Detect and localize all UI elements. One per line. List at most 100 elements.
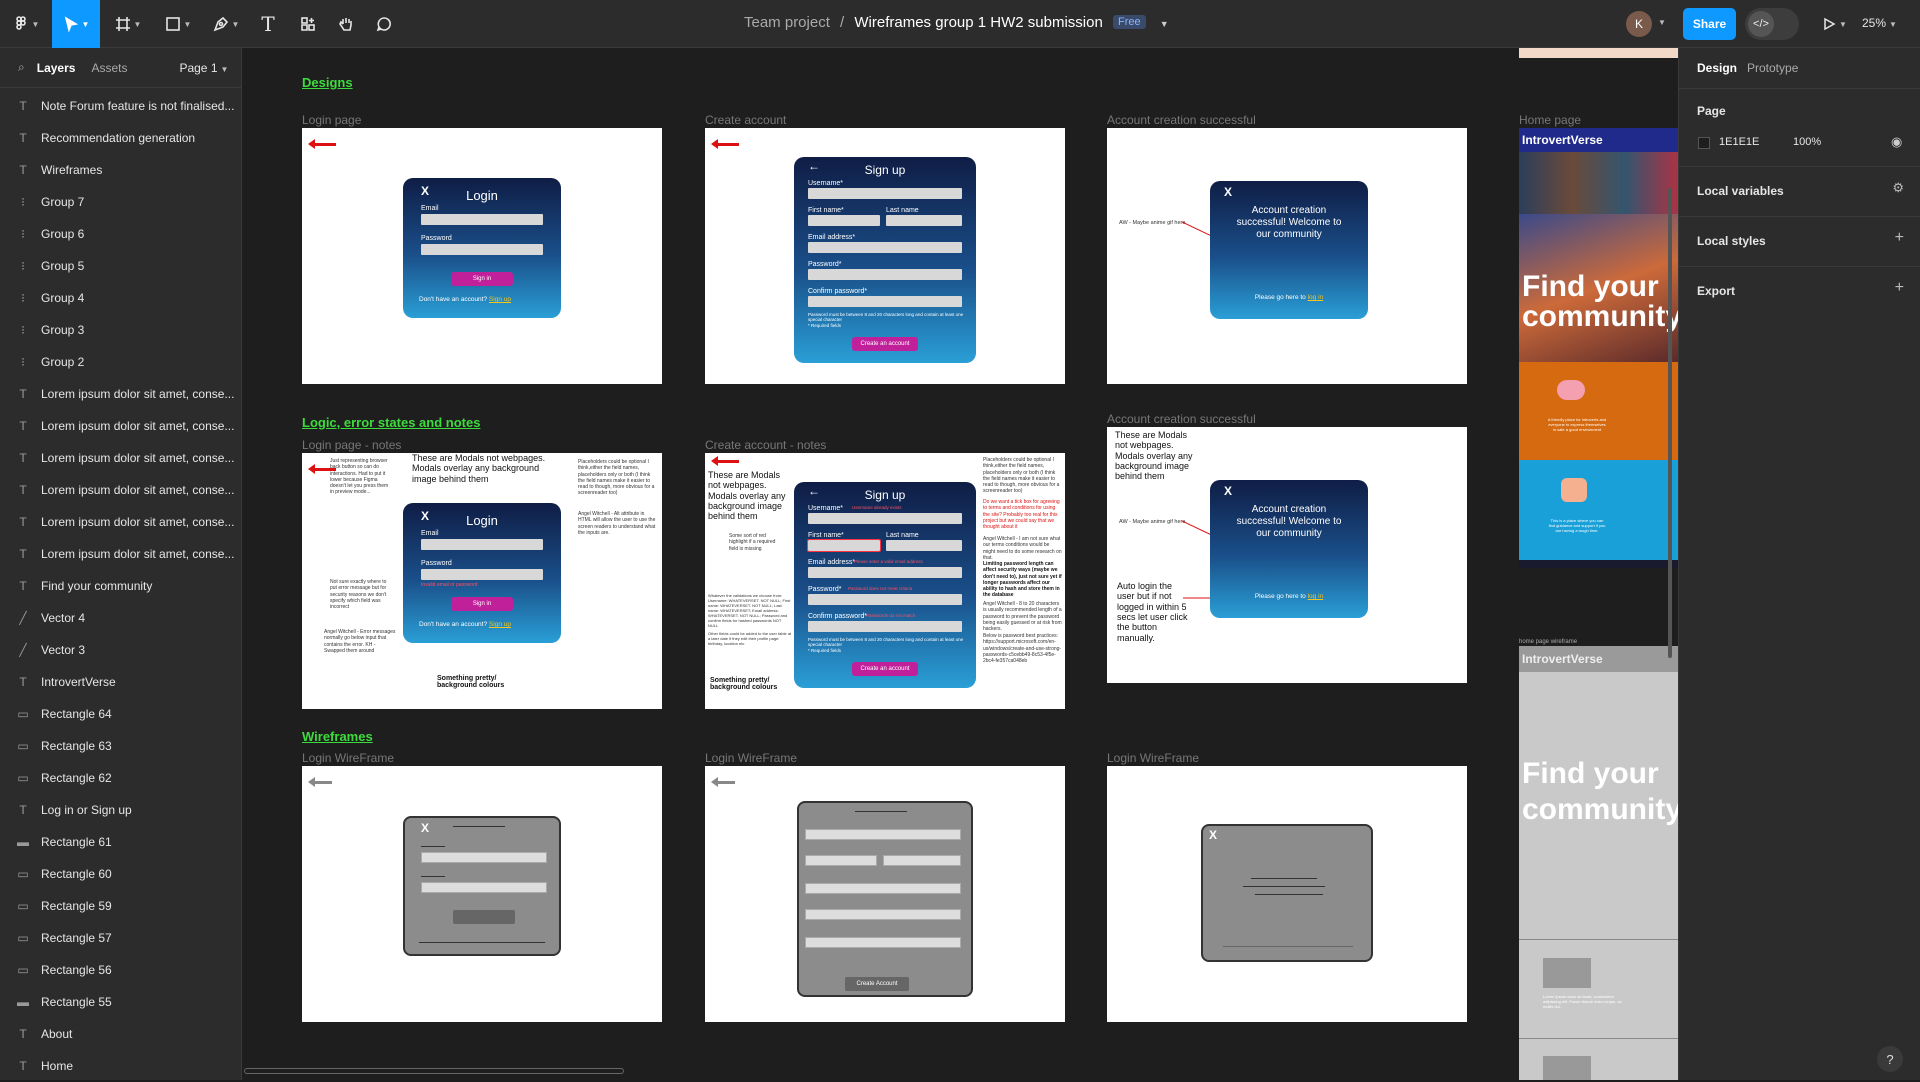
back-arrow-icon[interactable]	[711, 777, 735, 787]
frame-label-home[interactable]: Home page	[1519, 113, 1581, 127]
sign-in-button[interactable]: Sign in	[451, 272, 513, 286]
layer-item[interactable]: T Wireframes	[0, 154, 241, 186]
layer-item[interactable]: ▭ Rectangle 62	[0, 762, 241, 794]
close-icon[interactable]: X	[1224, 484, 1232, 498]
frame-login-notes[interactable]: Just representing browser back button so…	[302, 453, 662, 709]
password-field[interactable]	[808, 269, 962, 280]
layer-item[interactable]: T Lorem ipsum dolor sit amet, conse...	[0, 474, 241, 506]
email-field[interactable]	[808, 242, 962, 253]
create-account-button[interactable]: Create an account	[852, 662, 918, 676]
username-field[interactable]	[808, 188, 962, 199]
password-field[interactable]	[808, 594, 962, 605]
file-name[interactable]: Wireframes group 1 HW2 submission	[854, 14, 1102, 31]
layer-item[interactable]: ⁝ Group 4	[0, 282, 241, 314]
zoom-level[interactable]: 25% ▼	[1862, 16, 1897, 30]
design-canvas[interactable]: Designs Login page X Login Email Passwor…	[242, 48, 1678, 1080]
frame-account-success[interactable]: AW - Maybe anime gif here X Account crea…	[1107, 128, 1467, 384]
frame-home[interactable]: IntrovertVerse Find your community A fri…	[1519, 128, 1678, 568]
layer-item[interactable]: ⁝ Group 7	[0, 186, 241, 218]
section-title-designs[interactable]: Designs	[302, 75, 353, 90]
comment-tool-button[interactable]	[368, 8, 400, 40]
frame-login-wireframe[interactable]: X	[302, 766, 662, 1022]
first-name-field[interactable]	[808, 215, 880, 226]
tab-prototype[interactable]: Prototype	[1747, 61, 1798, 75]
layer-item[interactable]: T Note Forum feature is not finalised...	[0, 90, 241, 122]
layer-item[interactable]: T Find your community	[0, 570, 241, 602]
home-brand[interactable]: IntrovertVerse	[1519, 128, 1678, 152]
frame-label-login-notes[interactable]: Login page - notes	[302, 438, 401, 452]
close-icon[interactable]: X	[421, 184, 429, 198]
variables-settings-icon[interactable]: ⚙	[1892, 180, 1904, 196]
layer-item[interactable]: ⁝ Group 2	[0, 346, 241, 378]
page-opacity[interactable]: 100%	[1793, 136, 1821, 148]
horizontal-scrollbar[interactable]	[244, 1068, 624, 1074]
password-field[interactable]	[421, 244, 543, 255]
email-field[interactable]	[421, 214, 543, 225]
username-field[interactable]	[808, 513, 962, 524]
back-arrow-icon[interactable]	[308, 139, 336, 149]
wf-field[interactable]	[805, 829, 961, 840]
text-tool-button[interactable]: T	[252, 8, 284, 40]
layer-item[interactable]: ▭ Rectangle 59	[0, 890, 241, 922]
section-title-wireframes[interactable]: Wireframes	[302, 729, 373, 744]
back-arrow-icon[interactable]	[711, 139, 739, 149]
wf-field[interactable]	[805, 883, 961, 894]
close-icon[interactable]: X	[1224, 185, 1232, 199]
layer-item[interactable]: T About	[0, 1018, 241, 1050]
wf-sign-in-button[interactable]	[453, 910, 515, 924]
layer-item[interactable]: ▭ Rectangle 57	[0, 922, 241, 954]
tab-assets[interactable]: Assets	[91, 61, 127, 75]
page-color-value[interactable]: 1E1E1E	[1719, 136, 1759, 148]
add-export-icon[interactable]: +	[1895, 279, 1904, 297]
shape-tool-button[interactable]: ▼	[158, 8, 198, 40]
frame-label-home-wf[interactable]: home page wireframe	[1519, 639, 1577, 645]
back-arrow-icon[interactable]	[308, 777, 332, 787]
back-icon[interactable]: ←	[808, 159, 820, 173]
layer-item[interactable]: ⁝ Group 6	[0, 218, 241, 250]
layer-item[interactable]: ▬ Rectangle 55	[0, 986, 241, 1018]
move-tool-button[interactable]: ▼	[52, 0, 100, 48]
page-selector[interactable]: Page 1 ▼	[179, 61, 228, 75]
frame-label-create-notes[interactable]: Create account - notes	[705, 438, 826, 452]
layer-item[interactable]: T Log in or Sign up	[0, 794, 241, 826]
wf-field[interactable]	[805, 909, 961, 920]
frame-signup-wireframe[interactable]: Create Account	[705, 766, 1065, 1022]
frame-create-account[interactable]: ← Sign up Username* First name* Last nam…	[705, 128, 1065, 384]
password-field[interactable]	[421, 569, 543, 580]
layer-item[interactable]: T Lorem ipsum dolor sit amet, conse...	[0, 378, 241, 410]
layer-item[interactable]: T Home	[0, 1050, 241, 1082]
vertical-scrollbar[interactable]	[1668, 188, 1672, 658]
layer-item[interactable]: ▭ Rectangle 60	[0, 858, 241, 890]
email-field[interactable]	[421, 539, 543, 550]
layer-item[interactable]: T IntrovertVerse	[0, 666, 241, 698]
last-name-field[interactable]	[886, 215, 962, 226]
email-field[interactable]	[808, 567, 962, 578]
frame-success-notes[interactable]: These are Modals not webpages. Modals ov…	[1107, 427, 1467, 683]
frame-label-create[interactable]: Create account	[705, 113, 786, 127]
layer-item[interactable]: ╱ Vector 4	[0, 602, 241, 634]
confirm-password-field[interactable]	[808, 621, 962, 632]
tab-design[interactable]: Design	[1697, 61, 1737, 75]
layer-item[interactable]: ╱ Vector 3	[0, 634, 241, 666]
frame-label-success-2[interactable]: Account creation successful	[1107, 412, 1256, 426]
frame-label-wf-1[interactable]: Login WireFrame	[302, 751, 394, 765]
log-in-link[interactable]: log in	[1308, 294, 1324, 301]
share-button[interactable]: Share	[1683, 8, 1736, 40]
frame-create-notes[interactable]: These are Modals not webpages. Modals ov…	[705, 453, 1065, 709]
layer-item[interactable]: T Lorem ipsum dolor sit amet, conse...	[0, 410, 241, 442]
pen-tool-button[interactable]: ▼	[206, 8, 246, 40]
chevron-down-icon[interactable]: ▼	[1160, 19, 1169, 29]
wf-email-field[interactable]	[421, 852, 547, 863]
breadcrumb-project[interactable]: Team project	[744, 14, 830, 31]
dev-mode-toggle[interactable]: </>	[1745, 8, 1799, 40]
close-icon[interactable]: X	[1209, 828, 1217, 842]
frame-label-login[interactable]: Login page	[302, 113, 361, 127]
frame-login[interactable]: X Login Email Password Sign in Don't hav…	[302, 128, 662, 384]
sign-up-link[interactable]: Sign up	[489, 296, 511, 303]
add-style-icon[interactable]: +	[1895, 229, 1904, 247]
layer-item[interactable]: T Lorem ipsum dolor sit amet, conse...	[0, 538, 241, 570]
layer-item[interactable]: T Lorem ipsum dolor sit amet, conse...	[0, 442, 241, 474]
page-color-swatch[interactable]	[1698, 137, 1710, 149]
avatar[interactable]: K	[1626, 11, 1652, 37]
main-menu-button[interactable]: ▼	[8, 8, 44, 40]
